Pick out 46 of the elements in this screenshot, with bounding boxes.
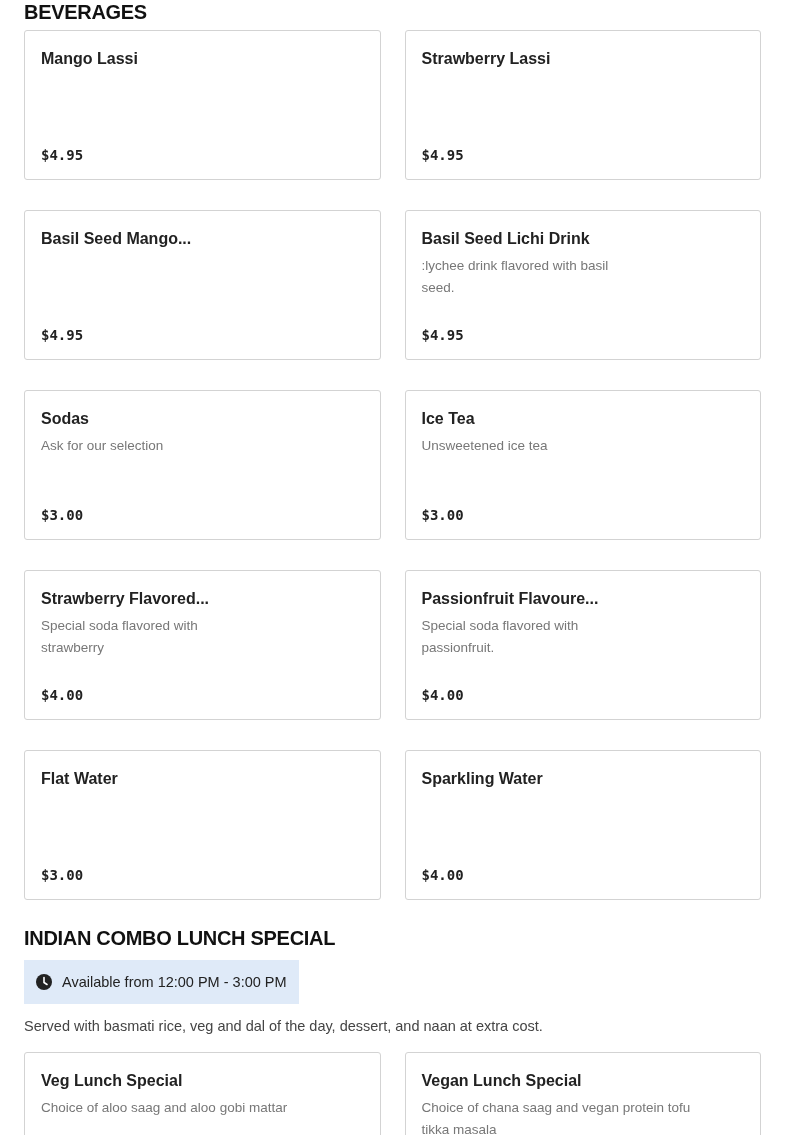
- section-note: Served with basmati rice, veg and dal of the day, dessert, and naan at extra cost.: [24, 1018, 544, 1034]
- menu-item-card[interactable]: Vegan Lunch Special Choice of chana saag and vegan protein tofu tikka masala: [404, 1052, 761, 1135]
- menu-item-card[interactable]: Passionfruit Flavoure... Special soda flavored with passionfruit. $4.00: [404, 570, 761, 720]
- item-description: Ask for our selection: [41, 437, 165, 455]
- item-name: Sodas: [41, 409, 90, 429]
- menu-item-card[interactable]: Mango Lassi $4.95: [24, 30, 381, 180]
- item-name: Ice Tea: [421, 409, 476, 429]
- item-price: $3.00: [421, 507, 465, 523]
- item-description: Special soda flavored with passionfruit.: [421, 617, 580, 657]
- item-name: Flat Water: [41, 769, 119, 789]
- menu-item-card[interactable]: Sparkling Water $4.00: [404, 750, 761, 900]
- item-name: Vegan Lunch Special: [421, 1071, 583, 1091]
- section-heading: BEVERAGES: [24, 0, 148, 24]
- menu-item-card[interactable]: Strawberry Lassi $4.95: [404, 30, 761, 180]
- item-name: Basil Seed Lichi Drink: [421, 229, 591, 249]
- menu-item-card[interactable]: Flat Water $3.00: [24, 750, 381, 900]
- item-price: $3.00: [41, 507, 85, 523]
- item-price: $4.95: [41, 147, 85, 163]
- item-name: Veg Lunch Special: [41, 1071, 184, 1091]
- item-description: Special soda flavored with strawberry: [41, 617, 199, 657]
- availability-text: Available from 12:00 PM - 3:00 PM: [62, 974, 287, 990]
- item-description: Choice of chana saag and vegan protein tofu tikka masala: [421, 1099, 692, 1135]
- item-name: Mango Lassi: [41, 49, 139, 69]
- item-name: Strawberry Lassi: [421, 49, 552, 69]
- item-name: Strawberry Flavored...: [41, 589, 211, 609]
- clock-icon: [36, 974, 52, 990]
- section-heading: INDIAN COMBO LUNCH SPECIAL: [24, 926, 337, 950]
- item-description: :lychee drink flavored with basil seed.: [421, 257, 610, 297]
- item-description: Choice of aloo saag and aloo gobi mattar: [41, 1099, 289, 1117]
- item-description: Unsweetened ice tea: [421, 437, 549, 455]
- item-name: Sparkling Water: [421, 769, 544, 789]
- item-price: $3.00: [41, 867, 85, 883]
- item-name: Passionfruit Flavoure...: [421, 589, 600, 609]
- menu-item-card[interactable]: Basil Seed Lichi Drink :lychee drink flavored with basil seed. $4.95: [404, 210, 761, 360]
- item-name: Basil Seed Mango...: [41, 229, 193, 249]
- item-price: $4.95: [421, 327, 465, 343]
- menu-item-card[interactable]: Ice Tea Unsweetened ice tea $3.00: [404, 390, 761, 540]
- item-price: $4.00: [421, 687, 465, 703]
- item-price: $4.95: [421, 147, 465, 163]
- item-price: $4.00: [41, 687, 85, 703]
- item-price: $4.95: [41, 327, 85, 343]
- menu-item-card[interactable]: Basil Seed Mango... $4.95: [24, 210, 381, 360]
- menu-item-card[interactable]: Sodas Ask for our selection $3.00: [24, 390, 381, 540]
- menu-item-card[interactable]: Veg Lunch Special Choice of aloo saag and aloo gobi mattar: [24, 1052, 381, 1135]
- menu-item-card[interactable]: Strawberry Flavored... Special soda flavored with strawberry $4.00: [24, 570, 381, 720]
- item-price: $4.00: [421, 867, 465, 883]
